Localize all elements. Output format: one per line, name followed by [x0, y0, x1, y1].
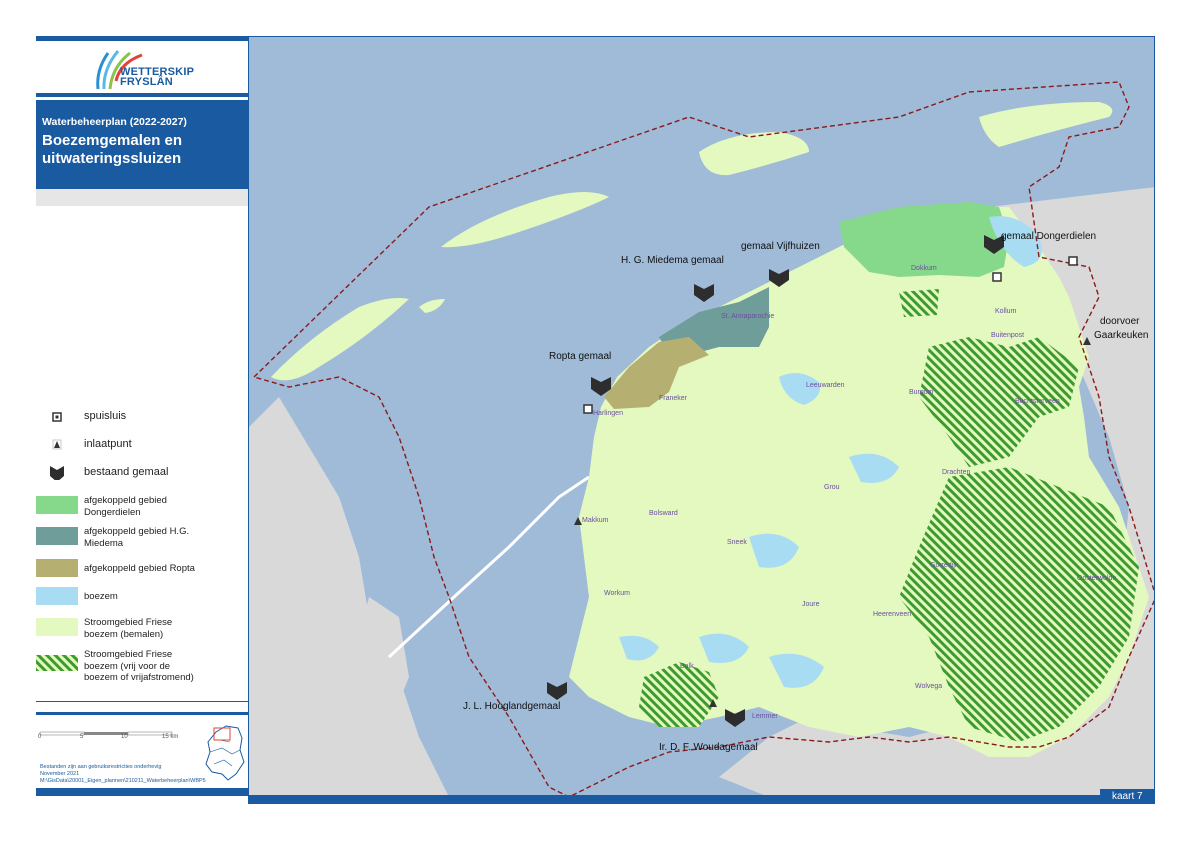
title-line2: uitwateringssluizen [42, 150, 182, 167]
title-panel: Waterbeheerplan (2022-2027) Boezemgemale… [36, 100, 248, 189]
boezem-swatch [36, 587, 78, 605]
footer-top-line [36, 712, 248, 715]
town-dokkum: Dokkum [911, 265, 937, 272]
legend-vrij-line3: boezem of vrijafstromend) [84, 672, 194, 683]
legend-dongerdielen-line2: Dongerdielen [84, 506, 141, 518]
map-bottom-bar [248, 796, 1155, 804]
legend-vrij-line1: Stroomgebied Friese [84, 649, 173, 660]
footer-note-date: November 2021 [40, 771, 80, 777]
ropta-swatch [36, 559, 78, 577]
town-kollum: Kollum [995, 308, 1017, 315]
legend-label-inlaatpunt: inlaatpunt [84, 438, 132, 450]
miedema-swatch [36, 527, 78, 545]
legend-label-bemalen: Stroomgebied Friese boezem (bemalen) [84, 617, 172, 640]
logo-divider [36, 93, 248, 97]
legend-label-boezem: boezem [84, 591, 118, 602]
sidebar: WETTERSKIP FRYSLÂN Waterbeheerplan (2022… [36, 36, 248, 796]
logo: WETTERSKIP FRYSLÂN [36, 41, 248, 93]
overview-netherlands-map [205, 725, 245, 781]
page-title: Boezemgemalen en uitwateringssluizen [42, 132, 242, 168]
town-st-annaparochie: St. Annaparochie [721, 313, 774, 320]
gemaal-icon [50, 466, 64, 480]
footer-note-restrictions: Bestanden zijn aan gebruiksrestricties o… [40, 764, 162, 770]
town-makkum: Makkum [582, 517, 609, 524]
spuisluis-icon [52, 412, 62, 422]
label-doorvoer: doorvoer [1100, 316, 1140, 327]
town-grou: Grou [824, 484, 840, 491]
legend-label-vrij: Stroomgebied Friese boezem (vrij voor de… [84, 649, 194, 684]
label-gemaal-ropta: Ropta gemaal [549, 351, 611, 362]
legend-label-spuisluis: spuisluis [84, 410, 127, 422]
label-hooglandgemaal: J. L. Hooglandgemaal [463, 701, 560, 712]
logo-text: WETTERSKIP FRYSLÂN [120, 67, 194, 88]
town-lemmer: Lemmer [752, 713, 778, 720]
map-page: WETTERSKIP FRYSLÂN Waterbeheerplan (2022… [0, 0, 1191, 842]
inlaatpunt-icon [52, 439, 62, 450]
legend-divider [36, 701, 248, 702]
footer-note-path: M:\GisData\20001_Eigen_plannen\210211_Wa… [40, 778, 206, 784]
friesland-map: gemaal Dongerdielen gemaal Vijfhuizen H.… [249, 37, 1154, 795]
map-number-badge: kaart 7 [1100, 789, 1155, 804]
legend-vrij-line2: boezem (vrij voor de [84, 660, 171, 672]
legend-label-dongerdielen: afgekoppeld gebied Dongerdielen [84, 495, 167, 518]
town-workum: Workum [604, 590, 630, 597]
grey-band [36, 189, 248, 206]
town-leeuwarden: Leeuwarden [806, 382, 845, 389]
scale-label-15: 15 km [162, 734, 179, 740]
town-buitenpost: Buitenpost [991, 332, 1024, 339]
town-oosterwolde: Oosterwolde [1077, 575, 1116, 582]
legend-miedema-line2: Miedema [84, 537, 124, 549]
label-gaarkeuken: Gaarkeuken [1094, 330, 1148, 341]
spuisluis-harlingen-icon [583, 404, 593, 414]
map-frame: gemaal Dongerdielen gemaal Vijfhuizen H.… [248, 36, 1155, 796]
legend-label-ropta: afgekoppeld gebied Ropta [84, 563, 195, 574]
scale-label-0: 0 [38, 734, 42, 740]
town-gorredijk: Gorredijk [930, 562, 959, 569]
town-franeker: Franeker [659, 395, 688, 402]
logo-line2: FRYSLÂN [120, 76, 173, 88]
area-vrij-small [899, 289, 939, 317]
legend-label-gemaal: bestaand gemaal [84, 466, 169, 478]
subtitle: Waterbeheerplan (2022-2027) [42, 116, 187, 128]
town-heerenveen: Heerenveen [873, 611, 911, 618]
label-gemaal-vijfhuizen: gemaal Vijfhuizen [741, 241, 820, 252]
vrij-swatch [36, 655, 78, 671]
bemalen-swatch [36, 618, 78, 636]
spuisluis-northeast-icon [1068, 256, 1078, 266]
label-gemaal-dongerdielen: gemaal Dongerdielen [1001, 231, 1096, 242]
town-buchtsterveen: Buchtsterveen [1015, 398, 1060, 405]
legend-bemalen-line1: Stroomgebied Friese [84, 617, 173, 628]
scale-label-5: 5 [80, 734, 84, 740]
label-woudagemaal: Ir. D. F. Woudagemaal [659, 742, 758, 753]
town-sneek: Sneek [727, 539, 747, 546]
legend-bemalen-line2: boezem (bemalen) [84, 628, 164, 640]
spuisluis-north-icon [992, 272, 1002, 282]
town-joure: Joure [802, 601, 820, 608]
town-burgum: Burgum [909, 389, 934, 396]
town-drachten: Drachten [942, 469, 971, 476]
label-gemaal-miedema: H. G. Miedema gemaal [621, 255, 724, 266]
legend-label-miedema: afgekoppeld gebied H.G. Miedema [84, 526, 189, 549]
scale-label-10: 10 [121, 734, 128, 740]
town-wolvega: Wolvega [915, 683, 942, 690]
footer-bottom-bar [36, 788, 248, 796]
town-harlingen: Harlingen [593, 410, 623, 417]
town-balk: Balk [680, 663, 694, 670]
town-bolsward: Bolsward [649, 510, 678, 517]
legend-miedema-line1: afgekoppeld gebied H.G. [84, 526, 190, 537]
title-line1: Boezemgemalen en [42, 132, 183, 149]
dongerdielen-swatch [36, 496, 78, 514]
legend-dongerdielen-line1: afgekoppeld gebied [84, 495, 167, 506]
